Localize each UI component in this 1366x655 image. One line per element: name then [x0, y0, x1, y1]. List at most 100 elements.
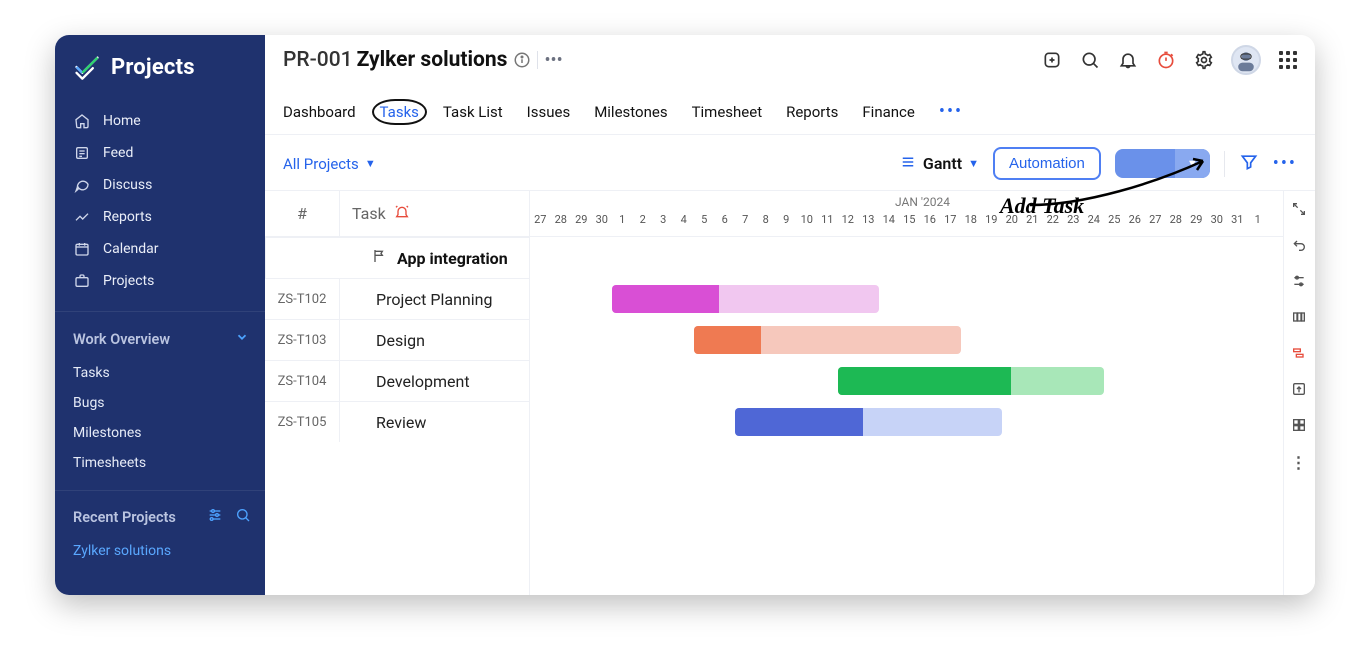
kebab-icon[interactable]: ⋮	[1291, 453, 1309, 471]
gantt-bar-progress	[735, 408, 863, 436]
gantt-row	[530, 401, 1315, 442]
caret-down-icon: ▼	[365, 157, 376, 170]
tab-timesheet[interactable]: Timesheet	[692, 103, 763, 121]
task-group-row[interactable]: App integration	[265, 237, 529, 278]
search-icon[interactable]	[235, 507, 251, 527]
task-name: Project Planning	[340, 279, 529, 319]
add-task-button[interactable]: ▼	[1115, 149, 1210, 178]
day-cell: 30	[592, 209, 613, 230]
export-icon[interactable]	[1291, 381, 1309, 399]
gantt-bar-progress	[694, 326, 761, 354]
nav-label: Reports	[103, 209, 152, 225]
apps-icon[interactable]	[1277, 49, 1299, 71]
day-cell: 10	[797, 209, 818, 230]
day-cell: 14	[879, 209, 900, 230]
recent-project-zylker[interactable]: Zylker solutions	[55, 537, 265, 569]
tab-tasklist[interactable]: Task List	[443, 103, 503, 121]
overview-item-milestones[interactable]: Milestones	[55, 418, 265, 448]
tabs-more-icon[interactable]: •••	[939, 101, 963, 122]
task-row[interactable]: ZS-T105 Review	[265, 401, 529, 442]
gantt-group-spacer	[530, 237, 1315, 278]
brand: Projects	[55, 35, 265, 99]
tab-milestones[interactable]: Milestones	[594, 103, 667, 121]
nav-discuss[interactable]: Discuss	[55, 169, 265, 201]
gantt-bar-progress	[612, 285, 719, 313]
all-projects-dropdown[interactable]: All Projects ▼	[283, 155, 376, 173]
gear-icon[interactable]	[1193, 49, 1215, 71]
col-header-task: Task	[340, 191, 529, 236]
day-cell: 19	[981, 209, 1002, 230]
day-cell: 28	[1166, 209, 1187, 230]
alarm-icon[interactable]	[394, 204, 410, 224]
col-header-hash: #	[265, 191, 340, 236]
day-cell: 29	[1186, 209, 1207, 230]
expand-icon[interactable]	[1291, 201, 1309, 219]
gantt-bar[interactable]	[838, 367, 1105, 395]
day-cell: 27	[530, 209, 551, 230]
nav-calendar[interactable]: Calendar	[55, 233, 265, 265]
sliders-icon[interactable]	[1291, 273, 1309, 291]
gantt-row	[530, 319, 1315, 360]
tab-issues[interactable]: Issues	[527, 103, 571, 121]
calendar-icon	[73, 241, 91, 257]
task-row[interactable]: ZS-T102 Project Planning	[265, 278, 529, 319]
undo-icon[interactable]	[1291, 237, 1309, 255]
sliders-icon[interactable]	[207, 507, 223, 527]
task-row[interactable]: ZS-T103 Design	[265, 319, 529, 360]
columns-icon[interactable]	[1291, 309, 1309, 327]
day-cell: 15	[899, 209, 920, 230]
bell-icon[interactable]	[1117, 49, 1139, 71]
gantt-bar-progress	[838, 367, 1011, 395]
day-cell: 25	[1104, 209, 1125, 230]
tab-tasks[interactable]: Tasks	[380, 103, 419, 121]
info-icon[interactable]	[513, 51, 531, 69]
task-row[interactable]: ZS-T104 Development	[265, 360, 529, 401]
nav-reports[interactable]: Reports	[55, 201, 265, 233]
nav-home[interactable]: Home	[55, 105, 265, 137]
baseline-icon[interactable]	[1291, 345, 1309, 363]
tab-dashboard[interactable]: Dashboard	[283, 103, 356, 121]
day-cell: 2	[633, 209, 654, 230]
day-cell: 26	[1125, 209, 1146, 230]
filter-icon[interactable]	[1239, 152, 1259, 176]
avatar[interactable]	[1231, 45, 1261, 75]
toolbar: All Projects ▼ Gantt ▼ Automation ▼ •••	[265, 135, 1315, 188]
day-cell: 1	[612, 209, 633, 230]
gantt-row	[530, 360, 1315, 401]
day-cell: 4	[674, 209, 695, 230]
caret-down-icon[interactable]: ▼	[1175, 149, 1210, 178]
gantt-chart[interactable]: JAN '2024 272829301234567891011121314151…	[530, 191, 1315, 595]
overview-item-tasks[interactable]: Tasks	[55, 358, 265, 388]
grid-icon[interactable]	[1291, 417, 1309, 435]
day-cell: 22	[1043, 209, 1064, 230]
breadcrumb-code: PR-001	[283, 48, 353, 72]
automation-button[interactable]: Automation	[993, 147, 1101, 180]
search-icon[interactable]	[1079, 49, 1101, 71]
nav-label: Discuss	[103, 177, 152, 193]
main: PR-001 Zylker solutions •••	[265, 35, 1315, 595]
feed-icon	[73, 145, 91, 161]
more-icon[interactable]: •••	[544, 50, 562, 71]
work-overview-header[interactable]: Work Overview	[55, 311, 265, 358]
gantt-bar[interactable]	[735, 408, 1002, 436]
gantt-bar[interactable]	[694, 326, 961, 354]
gantt-left-panel: # Task App integration ZS-T102	[265, 191, 530, 595]
overview-item-bugs[interactable]: Bugs	[55, 388, 265, 418]
nav-feed[interactable]: Feed	[55, 137, 265, 169]
day-cell: 9	[776, 209, 797, 230]
gantt-bar[interactable]	[612, 285, 879, 313]
task-name: Development	[340, 361, 529, 401]
day-cell: 28	[551, 209, 572, 230]
tab-reports[interactable]: Reports	[786, 103, 838, 121]
timer-icon[interactable]	[1155, 49, 1177, 71]
overview-item-timesheets[interactable]: Timesheets	[55, 448, 265, 478]
view-switcher[interactable]: Gantt ▼	[899, 153, 979, 175]
nav-projects[interactable]: Projects	[55, 265, 265, 297]
task-id: ZS-T102	[265, 279, 340, 319]
tab-finance[interactable]: Finance	[862, 103, 914, 121]
divider	[537, 51, 538, 69]
task-id: ZS-T103	[265, 320, 340, 360]
day-cell: 20	[1002, 209, 1023, 230]
add-icon[interactable]	[1041, 49, 1063, 71]
more-icon[interactable]: •••	[1273, 153, 1297, 174]
